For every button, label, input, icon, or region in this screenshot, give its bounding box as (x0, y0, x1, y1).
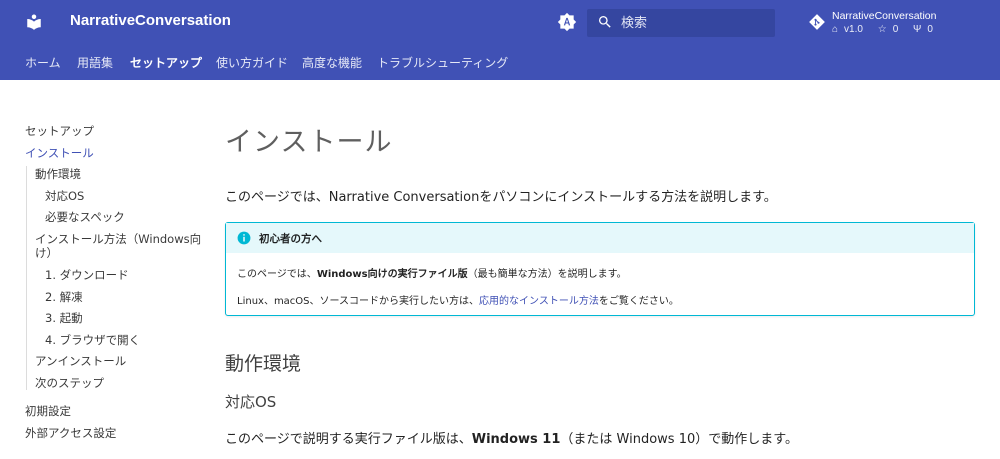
nav-toc-environment[interactable]: 動作環境 (35, 166, 81, 182)
advanced-install-link[interactable]: 応用的なインストール方法 (479, 296, 599, 307)
supported-os-tail: （または Windows 10）で動作します。 (560, 432, 798, 447)
site-title[interactable]: NarrativeConversation (70, 12, 231, 29)
repo-version: v1.0 (844, 24, 863, 35)
navigation-tabs: ホーム 用語集 セットアップ 使い方ガイド 高度な機能 トラブルシューティング (0, 44, 1000, 80)
supported-os-paragraph: このページで説明する実行ファイル版は、Windows 11（または Window… (225, 428, 798, 447)
nav-section-setup[interactable]: セットアップ (25, 123, 94, 139)
color-palette-toggle-icon[interactable] (557, 12, 577, 32)
forks-fact: Ψ0 (913, 24, 939, 35)
fork-icon: Ψ (913, 24, 922, 35)
admonition-title: 初心者の方へ (259, 233, 322, 245)
repo-name: NarrativeConversation (832, 10, 937, 22)
info-admonition: 初心者の方へ このページでは、Windows向けの実行ファイル版（最も簡単な方法… (225, 222, 975, 316)
tag-icon: ⌂ (832, 24, 839, 35)
admonition-p1-bold: Windows向けの実行ファイル版 (316, 269, 468, 280)
admonition-paragraph-1: このページでは、Windows向けの実行ファイル版（最も簡単な方法）を説明します… (237, 265, 627, 280)
search-input[interactable] (621, 12, 766, 34)
nav-toc-launch[interactable]: 3. 起動 (45, 310, 83, 326)
nav-toc-download[interactable]: 1. ダウンロード (45, 267, 129, 283)
heading-environment: 動作環境 (225, 353, 302, 375)
nav-toc-uninstall[interactable]: アンインストール (35, 353, 126, 369)
repo-facts: ⌂ v1.0 ☆ 0 Ψ0 (832, 24, 945, 35)
nav-toc-install-method-cont[interactable]: け） (35, 245, 58, 261)
nav-item-install[interactable]: インストール (25, 145, 94, 161)
supported-os-text: このページで説明する実行ファイル版は、 (225, 432, 472, 447)
admonition-p1-text: このページでは、 (237, 269, 317, 280)
repo-forks: 0 (927, 24, 933, 35)
tab-home[interactable]: ホーム (25, 54, 61, 71)
tab-glossary[interactable]: 用語集 (77, 54, 113, 71)
admonition-header: 初心者の方へ (226, 223, 974, 253)
nav-item-external-access[interactable]: 外部アクセス設定 (25, 425, 116, 441)
tab-troubleshooting[interactable]: トラブルシューティング (377, 54, 508, 71)
top-bar: NarrativeConversation NarrativeConversat… (0, 0, 1000, 44)
tab-advanced[interactable]: 高度な機能 (302, 54, 362, 71)
star-icon: ☆ (877, 24, 887, 35)
search-box[interactable] (587, 9, 775, 37)
admonition-p2-tail: をご覧ください。 (598, 296, 679, 307)
info-icon (237, 231, 251, 245)
admonition-p1-tail: （最も簡単な方法）を説明します。 (467, 269, 627, 280)
search-icon (599, 16, 611, 28)
admonition-p2-text: Linux、macOS、ソースコードから実行したい方は、 (237, 296, 480, 307)
nav-item-initial-settings[interactable]: 初期設定 (25, 403, 71, 419)
git-icon (809, 14, 825, 30)
repo-stars: 0 (892, 24, 899, 35)
windows-version-bold: Windows 11 (471, 432, 561, 447)
tab-setup[interactable]: セットアップ (130, 54, 202, 71)
nav-toc-line (26, 166, 27, 390)
version-fact: ⌂ v1.0 (832, 24, 869, 35)
book-logo-icon[interactable] (25, 13, 43, 31)
page-title: インストール (225, 127, 393, 158)
nav-toc-next-steps[interactable]: 次のステップ (35, 375, 104, 391)
nav-toc-specs[interactable]: 必要なスペック (45, 209, 125, 225)
admonition-paragraph-2: Linux、macOS、ソースコードから実行したい方は、応用的なインストール方法… (237, 292, 679, 307)
nav-toc-extract[interactable]: 2. 解凍 (45, 289, 83, 305)
nav-toc-supported-os[interactable]: 対応OS (45, 188, 84, 204)
tab-user-guide[interactable]: 使い方ガイド (216, 54, 288, 71)
nav-toc-open-browser[interactable]: 4. ブラウザで開く (45, 332, 140, 348)
stars-fact: ☆ 0 (878, 24, 905, 35)
heading-supported-os: 対応OS (225, 393, 277, 411)
header: NarrativeConversation NarrativeConversat… (0, 0, 1000, 80)
nav-toc-install-method[interactable]: インストール方法（Windows向 (35, 231, 201, 247)
repository-link[interactable]: NarrativeConversation ⌂ v1.0 ☆ 0 Ψ0 (808, 10, 993, 38)
intro-paragraph: このページでは、Narrative Conversationをパソコンにインスト… (225, 190, 777, 205)
